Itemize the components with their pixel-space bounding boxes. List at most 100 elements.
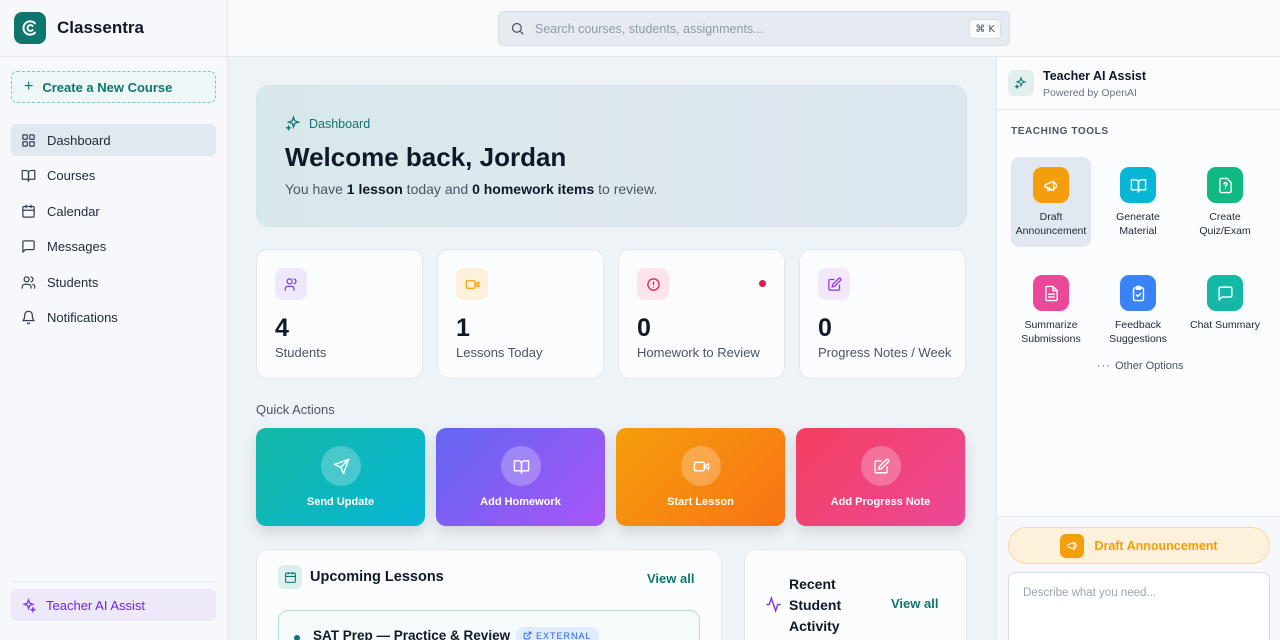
video-icon bbox=[681, 446, 721, 486]
quick-actions: Send Update Add Homework Start Lesson Ad… bbox=[256, 428, 965, 526]
megaphone-icon bbox=[1033, 167, 1069, 203]
teaching-tools: Draft Announcement Generate Material Cre… bbox=[1011, 157, 1269, 355]
app-name: Classentra bbox=[57, 18, 144, 37]
summary-text: You have bbox=[285, 181, 347, 197]
quick-action-label: Start Lesson bbox=[667, 496, 734, 508]
tool-label: Generate Material bbox=[1116, 211, 1160, 237]
bell-icon bbox=[22, 310, 35, 325]
search-input[interactable] bbox=[535, 21, 955, 36]
stat-card-homework[interactable]: 0 Homework to Review bbox=[618, 249, 785, 379]
view-all-activity-link[interactable]: View all bbox=[891, 596, 938, 611]
stat-card-progress-notes[interactable]: 0 Progress Notes / Week bbox=[799, 249, 966, 379]
book-icon bbox=[1120, 167, 1156, 203]
tool-feedback-suggestions[interactable]: Feedback Suggestions bbox=[1098, 265, 1178, 355]
assistant-composer: Draft Announcement bbox=[997, 516, 1280, 640]
page-title: Welcome back, Jordan bbox=[285, 142, 567, 172]
add-progress-note-button[interactable]: Add Progress Note bbox=[796, 428, 965, 526]
create-course-button[interactable]: + Create a New Course bbox=[11, 71, 216, 103]
tool-label: Feedback Suggestions bbox=[1109, 319, 1167, 345]
welcome-banner: Dashboard Welcome back, Jordan You have … bbox=[256, 85, 967, 227]
recent-activity-panel: Recent Student Activity View all bbox=[744, 549, 967, 640]
sidebar-item-messages[interactable]: Messages bbox=[11, 231, 216, 263]
stat-label: Progress Notes / Week bbox=[818, 345, 952, 360]
tool-label: Create Quiz/Exam bbox=[1199, 211, 1251, 237]
document-icon bbox=[1033, 275, 1069, 311]
search-icon bbox=[511, 22, 524, 35]
sidebar-item-label: Students bbox=[47, 274, 99, 290]
sparkles-icon bbox=[1008, 70, 1034, 96]
search-box[interactable]: ⌘ K bbox=[498, 11, 1010, 46]
welcome-summary: You have 1 lesson today and 0 homework i… bbox=[285, 181, 657, 197]
badge-label: EXTERNAL bbox=[536, 630, 592, 640]
quick-action-label: Send Update bbox=[306, 496, 375, 508]
video-icon bbox=[456, 268, 488, 300]
panel-title: Upcoming Lessons bbox=[310, 569, 444, 585]
sidebar-item-label: Dashboard bbox=[47, 132, 111, 148]
sparkles-icon bbox=[22, 597, 36, 613]
tool-chat-summary[interactable]: Chat Summary bbox=[1185, 265, 1265, 355]
topbar: ⌘ K bbox=[228, 0, 1280, 57]
other-options-button[interactable]: ··· Other Options bbox=[1097, 360, 1183, 372]
logo-icon bbox=[14, 12, 46, 44]
shortcut-badge: ⌘ K bbox=[969, 19, 1001, 39]
view-all-lessons-link[interactable]: View all bbox=[647, 571, 694, 586]
activity-icon bbox=[765, 595, 782, 618]
tool-draft-announcement[interactable]: Draft Announcement bbox=[1011, 157, 1091, 247]
selected-tool-label: Draft Announcement bbox=[1094, 538, 1218, 553]
status-dot bbox=[759, 280, 766, 287]
edit-note-icon bbox=[818, 268, 850, 300]
sidebar-item-teacher-ai-assist[interactable]: Teacher AI Assist bbox=[11, 589, 216, 621]
send-update-button[interactable]: Send Update bbox=[256, 428, 425, 526]
quick-actions-title: Quick Actions bbox=[256, 402, 335, 417]
tool-summarize-submissions[interactable]: Summarize Submissions bbox=[1011, 265, 1091, 355]
sparkles-icon bbox=[285, 115, 301, 132]
stats-row: 4 Students 1 Lessons Today 0 Homework to… bbox=[256, 249, 966, 379]
homework-count: 0 homework items bbox=[472, 181, 595, 197]
users-icon bbox=[21, 275, 36, 289]
lesson-item[interactable]: SAT Prep — Practice & Review EXTERNAL bbox=[278, 610, 700, 640]
stat-label: Homework to Review bbox=[637, 345, 760, 360]
sidebar-item-notifications[interactable]: Notifications bbox=[11, 302, 216, 334]
users-icon bbox=[275, 268, 307, 300]
calendar-icon bbox=[278, 565, 302, 589]
quick-action-label: Add Progress Note bbox=[830, 496, 931, 508]
tool-create-quiz[interactable]: Create Quiz/Exam bbox=[1185, 157, 1265, 247]
sidebar-item-label: Calendar bbox=[47, 203, 100, 219]
lesson-count: 1 lesson bbox=[346, 181, 403, 197]
sidebar-item-calendar[interactable]: Calendar bbox=[11, 195, 216, 227]
book-icon bbox=[501, 446, 541, 486]
brand: Classentra bbox=[0, 0, 227, 57]
sidebar-nav: Dashboard Courses Calendar Messages Stud… bbox=[11, 124, 216, 337]
stat-card-lessons[interactable]: 1 Lessons Today bbox=[437, 249, 604, 379]
megaphone-icon bbox=[1060, 533, 1085, 558]
sidebar-item-label: Courses bbox=[47, 168, 96, 183]
quiz-icon bbox=[1207, 167, 1243, 203]
sidebar-item-label: Notifications bbox=[47, 310, 118, 325]
other-options-label: Other Options bbox=[1115, 360, 1184, 372]
stat-card-students[interactable]: 4 Students bbox=[256, 249, 423, 379]
tool-generate-material[interactable]: Generate Material bbox=[1098, 157, 1178, 247]
alert-circle-icon bbox=[637, 268, 669, 300]
assistant-subtitle: Powered by OpenAI bbox=[1043, 87, 1137, 99]
sidebar-item-courses[interactable]: Courses bbox=[11, 160, 216, 192]
plus-icon: + bbox=[24, 78, 34, 95]
more-icon: ··· bbox=[1097, 360, 1111, 372]
clipboard-check-icon bbox=[1120, 275, 1156, 311]
summary-text: to review. bbox=[594, 181, 658, 197]
start-lesson-button[interactable]: Start Lesson bbox=[616, 428, 785, 526]
stat-value: 4 bbox=[275, 314, 289, 342]
prompt-input[interactable] bbox=[1008, 572, 1270, 640]
lesson-title: SAT Prep — Practice & Review bbox=[313, 628, 511, 640]
tool-label: Summarize Submissions bbox=[1021, 319, 1081, 345]
external-badge: EXTERNAL bbox=[516, 627, 599, 640]
stat-value: 1 bbox=[456, 314, 470, 342]
external-link-icon bbox=[523, 631, 532, 640]
sidebar-item-dashboard[interactable]: Dashboard bbox=[11, 124, 216, 156]
send-icon bbox=[321, 446, 361, 486]
chat-icon bbox=[1207, 275, 1243, 311]
sidebar-item-students[interactable]: Students bbox=[11, 266, 216, 298]
selected-tool-button[interactable]: Draft Announcement bbox=[1008, 527, 1270, 564]
add-homework-button[interactable]: Add Homework bbox=[436, 428, 605, 526]
stat-label: Students bbox=[275, 345, 327, 360]
stat-value: 0 bbox=[637, 314, 651, 342]
